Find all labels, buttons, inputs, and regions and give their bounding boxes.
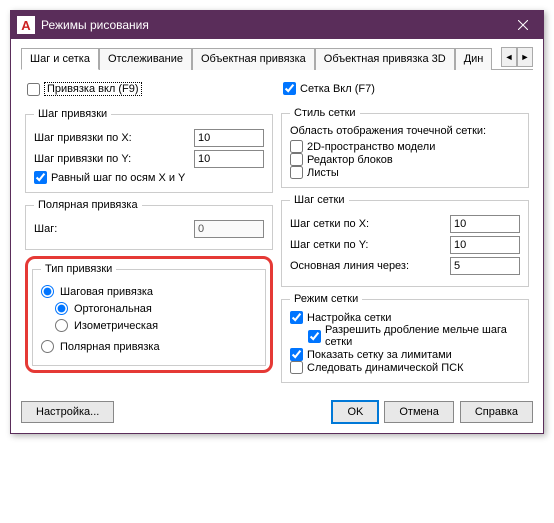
- snap-x-label: Шаг привязки по X:: [34, 132, 190, 144]
- grid-on-label: Сетка Вкл (F7): [300, 83, 375, 95]
- limits-label: Показать сетку за лимитами: [307, 349, 452, 361]
- snap-type-legend: Тип привязки: [41, 263, 116, 275]
- adapt-label: Настройка сетки: [307, 312, 391, 324]
- drawing-modes-dialog: A Режимы рисования Шаг и сетка Отслежива…: [10, 10, 544, 434]
- block-ed-label: Редактор блоков: [307, 154, 393, 166]
- sheets-checkbox[interactable]: Листы: [290, 166, 520, 179]
- block-ed-checkbox[interactable]: Редактор блоков: [290, 153, 520, 166]
- frac-checkbox[interactable]: Разрешить дробление мельче шага сетки: [308, 324, 520, 348]
- ucs-label: Следовать динамической ПСК: [307, 362, 464, 374]
- tab-scroll-left[interactable]: ◄: [501, 47, 517, 67]
- polar-step-label: Шаг:: [34, 223, 190, 235]
- grid-y-input[interactable]: [450, 236, 520, 254]
- limits-checkbox[interactable]: Показать сетку за лимитами: [290, 348, 520, 361]
- dialog-title: Режимы рисования: [41, 18, 503, 32]
- polar-snap-radio[interactable]: Полярная привязка: [41, 340, 257, 353]
- polar-step-input[interactable]: [194, 220, 264, 238]
- equal-step-label: Равный шаг по осям X и Y: [51, 172, 185, 184]
- tab-scroll-right[interactable]: ►: [517, 47, 533, 67]
- step-snap-radio[interactable]: Шаговая привязка: [41, 285, 257, 298]
- snap-step-group: Шаг привязки Шаг привязки по X: Шаг прив…: [25, 108, 273, 193]
- adapt-checkbox[interactable]: Настройка сетки: [290, 311, 520, 324]
- frac-label: Разрешить дробление мельче шага сетки: [325, 324, 520, 348]
- close-button[interactable]: [503, 11, 543, 39]
- ucs-checkbox[interactable]: Следовать динамической ПСК: [290, 361, 520, 374]
- highlight-box: Тип привязки Шаговая привязка Ортогональ…: [25, 256, 273, 373]
- snap-x-input[interactable]: [194, 129, 264, 147]
- main-line-input[interactable]: [450, 257, 520, 275]
- grid-on-checkbox[interactable]: Сетка Вкл (F7): [283, 82, 529, 95]
- equal-step-checkbox[interactable]: Равный шаг по осям X и Y: [34, 171, 264, 184]
- grid-mode-group: Режим сетки Настройка сетки Разрешить др…: [281, 293, 529, 383]
- grid-mode-legend: Режим сетки: [290, 293, 362, 305]
- tab-snap-grid[interactable]: Шаг и сетка: [21, 48, 99, 70]
- ok-button[interactable]: OK: [332, 401, 378, 423]
- main-line-label: Основная линия через:: [290, 260, 446, 272]
- step-snap-label: Шаговая привязка: [60, 286, 153, 298]
- ortho-label: Ортогональная: [74, 303, 152, 315]
- help-button[interactable]: Справка: [460, 401, 533, 423]
- cancel-button[interactable]: Отмена: [384, 401, 453, 423]
- space2d-checkbox[interactable]: 2D-пространство модели: [290, 140, 520, 153]
- iso-label: Изометрическая: [74, 320, 158, 332]
- iso-radio[interactable]: Изометрическая: [55, 319, 257, 332]
- polar-snap-group: Полярная привязка Шаг:: [25, 199, 273, 250]
- ortho-radio[interactable]: Ортогональная: [55, 302, 257, 315]
- tab-tracking[interactable]: Отслеживание: [99, 48, 192, 70]
- settings-button[interactable]: Настройка...: [21, 401, 114, 423]
- snap-on-label: Привязка вкл (F9): [44, 82, 142, 96]
- sheets-label: Листы: [307, 167, 339, 179]
- grid-x-label: Шаг сетки по X:: [290, 218, 446, 230]
- snap-y-input[interactable]: [194, 150, 264, 168]
- grid-style-legend: Стиль сетки: [290, 107, 360, 119]
- grid-x-input[interactable]: [450, 215, 520, 233]
- tab-dyn[interactable]: Дин: [455, 48, 493, 70]
- grid-style-group: Стиль сетки Область отображения точечной…: [281, 107, 529, 188]
- tab-osnap-3d[interactable]: Объектная привязка 3D: [315, 48, 455, 70]
- polar-snap-legend: Полярная привязка: [34, 199, 142, 211]
- grid-step-legend: Шаг сетки: [290, 194, 349, 206]
- titlebar[interactable]: A Режимы рисования: [11, 11, 543, 39]
- app-logo-icon: A: [17, 16, 35, 34]
- tab-strip: Шаг и сетка Отслеживание Объектная привя…: [21, 47, 533, 70]
- grid-y-label: Шаг сетки по Y:: [290, 239, 446, 251]
- polar-snap-label: Полярная привязка: [60, 341, 160, 353]
- grid-style-desc: Область отображения точечной сетки:: [290, 125, 520, 137]
- tab-osnap[interactable]: Объектная привязка: [192, 48, 315, 70]
- snap-on-checkbox[interactable]: Привязка вкл (F9): [27, 82, 273, 96]
- grid-step-group: Шаг сетки Шаг сетки по X: Шаг сетки по Y…: [281, 194, 529, 287]
- snap-step-legend: Шаг привязки: [34, 108, 111, 120]
- space2d-label: 2D-пространство модели: [307, 141, 435, 153]
- snap-type-group: Тип привязки Шаговая привязка Ортогональ…: [32, 263, 266, 366]
- snap-y-label: Шаг привязки по Y:: [34, 153, 190, 165]
